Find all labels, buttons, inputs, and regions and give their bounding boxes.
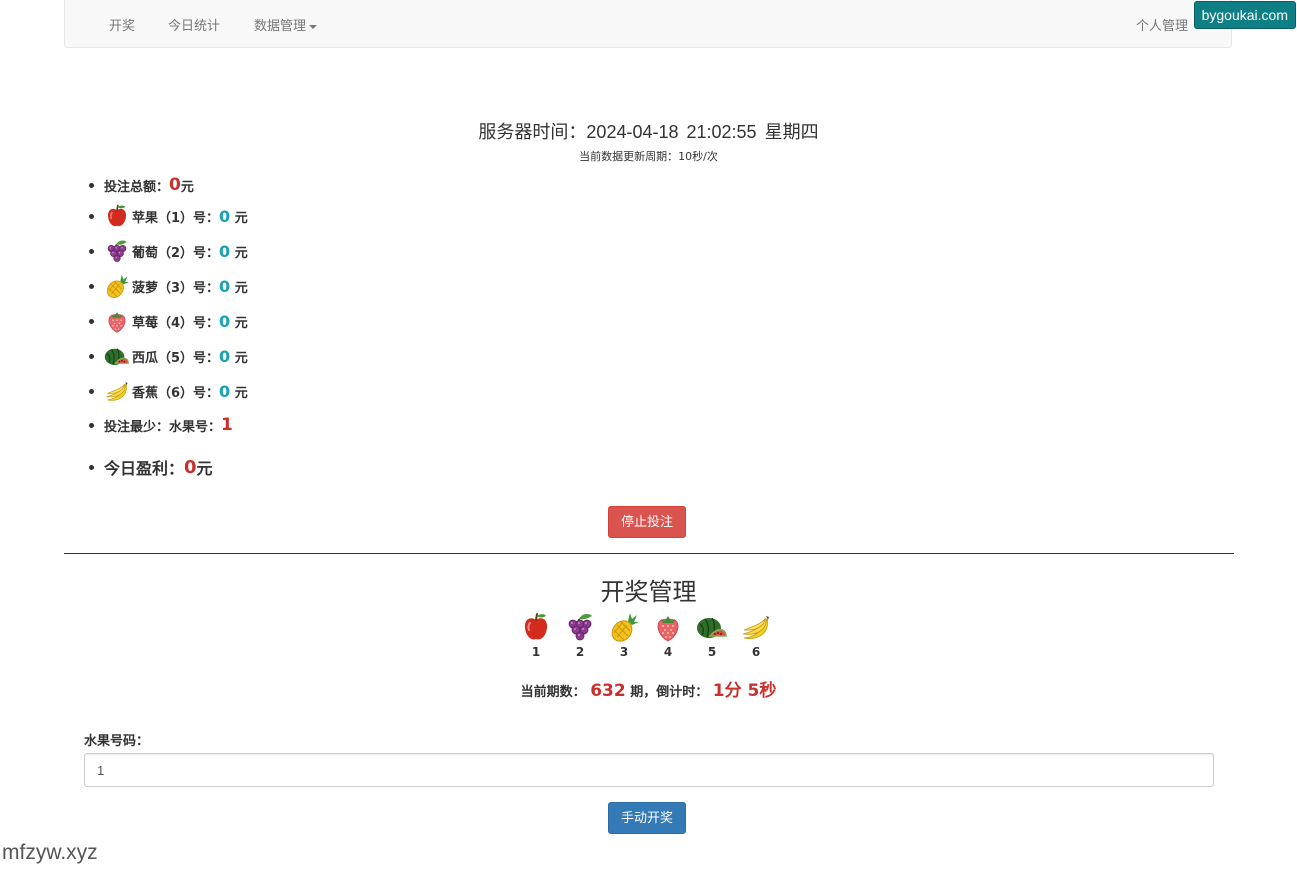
bullet-icon — [89, 182, 94, 188]
draw-fruit-number: 4 — [663, 645, 673, 659]
server-time-label: 服务器时间： — [478, 122, 587, 142]
section-divider — [64, 553, 1234, 554]
stop-betting-button[interactable]: 停止投注 — [608, 506, 687, 538]
stat-profit-label: 今日盈利： — [104, 459, 185, 478]
server-time-clock: 21:02:55 — [686, 122, 757, 142]
draw-fruit-number: 1 — [531, 645, 541, 659]
nav-item-personal-management[interactable]: 个人管理 — [1136, 15, 1188, 34]
bullet-icon — [89, 353, 94, 359]
top-navbar: 开奖 今日统计 数据管理 个人管理 — [64, 0, 1232, 48]
stat-fruit-label: 草莓（4）号： — [132, 315, 220, 331]
stat-fruit-unit: 元 — [234, 315, 248, 331]
strawberry-icon — [104, 308, 130, 334]
banana-icon — [104, 378, 130, 404]
server-time-date: 2024-04-18 — [586, 122, 679, 142]
stat-fruit-value: 0 — [219, 311, 231, 331]
stat-total-label: 投注总额： — [104, 179, 170, 195]
stat-fruit-value: 0 — [219, 241, 231, 261]
draw-fruit-item: 5 — [696, 611, 728, 659]
pineapple-icon — [104, 273, 130, 299]
bullet-icon — [89, 422, 94, 428]
current-period-countdown: 当前期数： 632 期，倒计时： 1分 5秒 — [0, 676, 1297, 701]
stat-total-unit: 元 — [180, 179, 194, 195]
draw-fruit-item: 6 — [740, 611, 772, 659]
stat-min-value: 1 — [221, 415, 233, 435]
stat-fruit-unit: 元 — [234, 350, 248, 366]
fruit-number-label: 水果号码： — [84, 734, 150, 749]
pineapple-icon — [608, 611, 640, 643]
nav-item-data-management[interactable]: 数据管理 — [254, 15, 318, 34]
draw-management-title: 开奖管理 — [600, 579, 697, 606]
bullet-icon — [89, 388, 94, 394]
draw-fruit-number: 2 — [575, 645, 585, 659]
period-suffix: 期，倒计时： — [630, 685, 709, 700]
banana-icon — [740, 611, 772, 643]
chevron-down-icon — [309, 24, 318, 29]
bullet-icon — [89, 318, 94, 324]
draw-fruit-item: 3 — [608, 611, 640, 659]
fruit-number-input[interactable] — [84, 753, 1214, 787]
apple-icon — [104, 203, 130, 229]
stat-fruit-row: 葡萄（2）号： 0 元 — [89, 238, 248, 264]
watermark-bottom: mfzyw.xyz — [2, 841, 98, 864]
stat-today-profit: 今日盈利： 0 元 — [89, 455, 213, 479]
stat-fruit-row: 菠萝（3）号： 0 元 — [89, 273, 248, 299]
stat-fruit-value: 0 — [219, 381, 231, 401]
stat-fruit-unit: 元 — [234, 280, 248, 296]
refresh-period-text: 当前数据更新周期：10秒/次 — [579, 150, 718, 163]
grape-icon — [564, 611, 596, 643]
draw-fruit-number: 5 — [707, 645, 717, 659]
stat-fruit-label: 香蕉（6）号： — [132, 385, 220, 401]
stat-profit-unit: 元 — [196, 459, 213, 478]
nav-item-today-stats[interactable]: 今日统计 — [168, 15, 220, 34]
stat-fruit-row: 苹果（1）号： 0 元 — [89, 203, 248, 229]
stat-fruit-value: 0 — [219, 206, 231, 226]
draw-fruit-number: 6 — [751, 645, 761, 659]
watermark-top: bygoukai.com — [1193, 1, 1296, 29]
nav-item-data-management-label: 数据管理 — [254, 18, 307, 33]
watermelon-icon — [104, 343, 130, 369]
strawberry-icon — [652, 611, 684, 643]
stat-total: 投注总额： 0 元 — [89, 175, 194, 195]
nav-item-draw[interactable]: 开奖 — [109, 15, 135, 34]
stat-fruit-label: 西瓜（5）号： — [132, 350, 220, 366]
stat-fruit-label: 苹果（1）号： — [132, 210, 220, 226]
period-label: 当前期数： — [520, 685, 586, 700]
stat-fruit-row: 西瓜（5）号： 0 元 — [89, 343, 248, 369]
stat-fruit-label: 菠萝（3）号： — [132, 280, 220, 296]
watermelon-icon — [696, 611, 728, 643]
apple-icon — [520, 611, 552, 643]
stat-fruit-value: 0 — [219, 346, 231, 366]
draw-fruit-item: 2 — [564, 611, 596, 659]
grape-icon — [104, 238, 130, 264]
stat-fruit-row: 香蕉（6）号： 0 元 — [89, 378, 248, 404]
stat-fruit-unit: 元 — [234, 210, 248, 226]
stat-fruit-unit: 元 — [234, 245, 248, 261]
bullet-icon — [89, 464, 94, 470]
draw-fruit-item: 4 — [652, 611, 684, 659]
bullet-icon — [89, 213, 94, 219]
stat-fruit-row: 草莓（4）号： 0 元 — [89, 308, 248, 334]
stat-fruit-value: 0 — [219, 276, 231, 296]
server-time: 服务器时间：2024-04-18 21:02:55 星期四 — [0, 118, 1297, 144]
period-value: 632 — [590, 681, 626, 701]
manual-draw-button[interactable]: 手动开奖 — [608, 802, 687, 834]
stat-profit-value: 0 — [184, 456, 197, 478]
server-time-weekday: 星期四 — [764, 122, 819, 142]
draw-fruit-item: 1 — [520, 611, 552, 659]
stat-total-value: 0 — [169, 175, 181, 195]
countdown-value: 1分 5秒 — [712, 681, 777, 701]
draw-fruit-number: 3 — [619, 645, 629, 659]
stat-fruit-label: 葡萄（2）号： — [132, 245, 220, 261]
stat-fruit-unit: 元 — [234, 385, 248, 401]
stat-min-label: 投注最少：水果号： — [104, 419, 222, 435]
stat-min-bet: 投注最少：水果号： 1 — [89, 415, 233, 435]
bullet-icon — [89, 248, 94, 254]
bullet-icon — [89, 283, 94, 289]
